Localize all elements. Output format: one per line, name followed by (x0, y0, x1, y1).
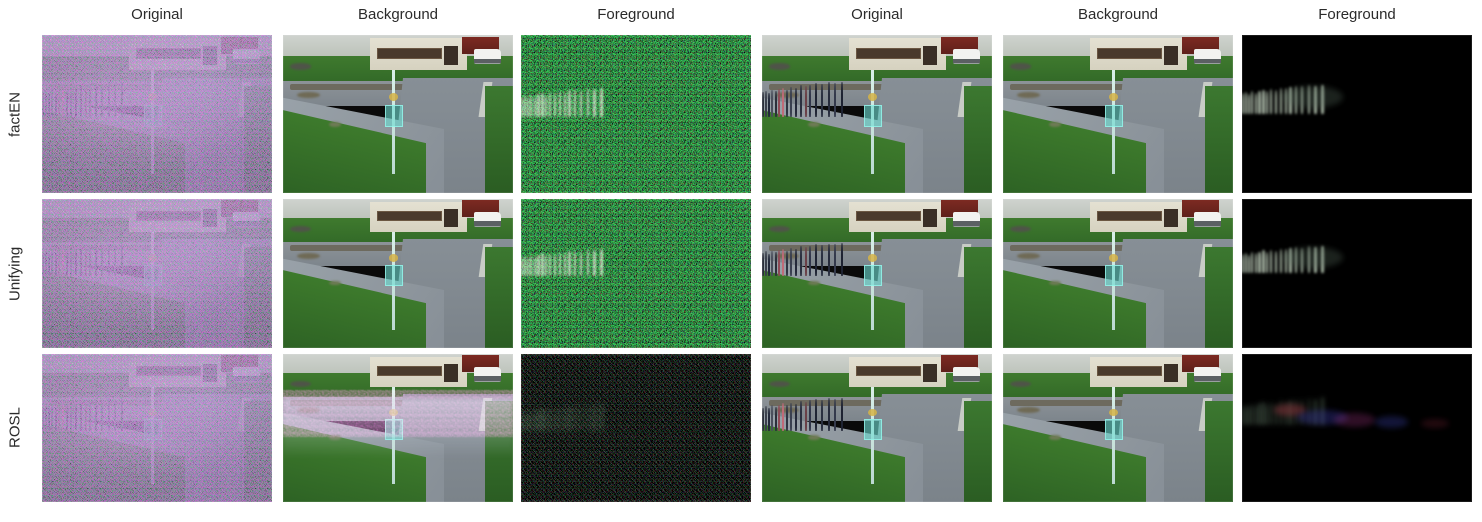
panel-frame (42, 354, 272, 502)
panel-facten-background-noisy (283, 35, 513, 193)
panel-facten-original-clean (762, 35, 992, 193)
row-label-unifying: Unifying (6, 246, 24, 301)
panel-facten-foreground-noisy (521, 35, 751, 193)
panel-rosl-background-noisy (283, 354, 513, 502)
panel-frame (283, 199, 513, 348)
row-label-facten: factEN (6, 91, 24, 137)
column-header-original-4: Original (851, 6, 903, 23)
panel-frame (42, 35, 272, 193)
panel-facten-original-noisy (42, 35, 272, 193)
panel-unifying-original-clean (762, 199, 992, 348)
panel-frame (521, 199, 751, 348)
panel-facten-background-clean (1003, 35, 1233, 193)
panel-rosl-foreground-clean (1242, 354, 1472, 502)
column-header-foreground-3: Foreground (597, 6, 675, 23)
panel-frame (42, 199, 272, 348)
column-header-foreground-6: Foreground (1318, 6, 1396, 23)
column-header-background-5: Background (1077, 6, 1159, 23)
panel-frame (762, 35, 992, 193)
panel-frame (1003, 354, 1233, 502)
panel-rosl-original-clean (762, 354, 992, 502)
panel-unifying-background-noisy (283, 199, 513, 348)
panel-frame (283, 35, 513, 193)
panel-frame (521, 354, 751, 502)
column-header-background-2: Background (357, 6, 439, 23)
panel-frame (283, 354, 513, 502)
panel-frame (1242, 354, 1472, 502)
panel-frame (1003, 199, 1233, 348)
panel-frame (1242, 35, 1472, 193)
panel-frame (1242, 199, 1472, 348)
panel-unifying-original-noisy (42, 199, 272, 348)
row-label-rosl: ROSL (6, 407, 24, 449)
panel-facten-foreground-clean (1242, 35, 1472, 193)
panel-rosl-background-clean (1003, 354, 1233, 502)
column-header-original-1: Original (131, 6, 183, 23)
panel-unifying-background-clean (1003, 199, 1233, 348)
comparison-figure: Original Background Foreground Original Back… (0, 0, 1482, 522)
panel-frame (762, 354, 992, 502)
panel-frame (521, 35, 751, 193)
panel-rosl-foreground-noisy (521, 354, 751, 502)
panel-frame (1003, 35, 1233, 193)
panel-frame (762, 199, 992, 348)
panel-unifying-foreground-clean (1242, 199, 1472, 348)
panel-rosl-original-noisy (42, 354, 272, 502)
panel-unifying-foreground-noisy (521, 199, 751, 348)
